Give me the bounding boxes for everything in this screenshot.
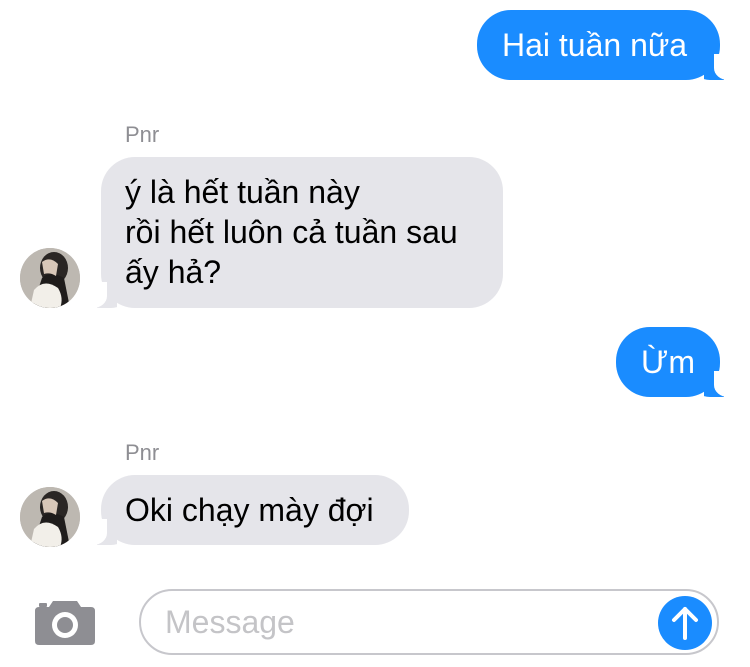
contact-avatar[interactable] — [20, 248, 80, 308]
avatar-photo — [20, 487, 80, 547]
camera-button[interactable] — [33, 597, 97, 647]
avatar-photo — [20, 248, 80, 308]
message-input-container — [139, 589, 719, 655]
message-text: Hai tuần nữa — [502, 27, 688, 63]
incoming-message-bubble[interactable]: ý là hết tuần này rồi hết luôn cả tuần s… — [91, 157, 503, 308]
message-text: Oki chạy mày đợi — [125, 492, 374, 528]
camera-icon — [35, 601, 95, 645]
conversation-screen: Hai tuần nữa Pnr ý là hết tuần này rồi h… — [0, 0, 750, 667]
bubble-tail — [91, 519, 117, 545]
contact-avatar[interactable] — [20, 487, 80, 547]
incoming-message-bubble[interactable]: Oki chạy mày đợi — [91, 475, 409, 545]
outgoing-message-bubble[interactable]: Ừm — [616, 327, 730, 397]
message-text-line: ý là hết tuần này — [125, 174, 360, 210]
message-input[interactable] — [165, 601, 635, 643]
send-button[interactable] — [658, 596, 712, 650]
bubble-tail — [91, 282, 117, 308]
arrow-up-icon — [672, 607, 698, 640]
message-text-line: rồi hết luôn cả tuần sau — [125, 214, 458, 250]
sender-name: Pnr — [125, 122, 160, 147]
message-text: Ừm — [641, 344, 695, 380]
sender-name: Pnr — [125, 440, 160, 465]
outgoing-message-bubble[interactable]: Hai tuần nữa — [477, 10, 730, 80]
message-text-line: ấy hả? — [125, 254, 222, 290]
